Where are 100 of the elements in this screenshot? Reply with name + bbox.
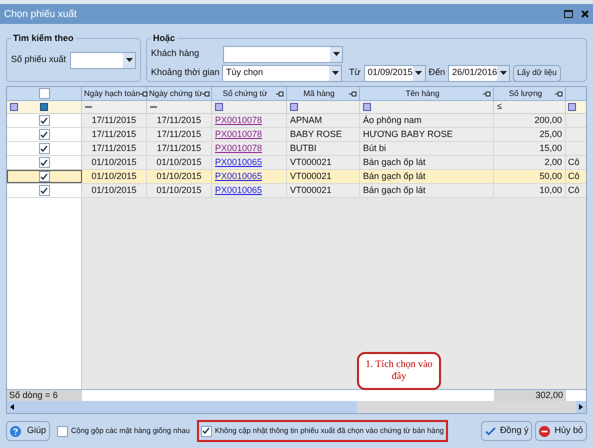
field-label: Khách hàng xyxy=(151,47,200,60)
table-cell-text: 01/10/2015 xyxy=(91,170,137,183)
field-label: Từ xyxy=(349,66,361,80)
row-checkbox[interactable] xyxy=(38,143,50,154)
checkmark-icon xyxy=(484,426,496,436)
table-cell-text: Cô xyxy=(568,170,580,183)
table-cell-text: HƯƠNG BABY ROSE xyxy=(363,128,453,141)
close-icon[interactable] xyxy=(581,10,589,18)
voucher-link[interactable]: PX0010065 xyxy=(215,156,262,170)
table-cell-text: 200,00 xyxy=(534,114,562,127)
table-cell-text: 17/11/2015 xyxy=(92,142,136,155)
row-checkbox[interactable] xyxy=(38,157,50,168)
column-header[interactable]: Số chứng từ xyxy=(212,87,287,100)
voucher-link[interactable]: PX0010078 xyxy=(215,128,262,142)
table-cell-text: 17/11/2015 xyxy=(92,114,136,127)
horizontal-scrollbar[interactable] xyxy=(7,401,586,413)
table-cell-text: 17/11/2015 xyxy=(92,128,136,141)
to-date-combo[interactable]: 26/01/2016 xyxy=(448,64,510,82)
table-cell-text: Bán gạch ốp lát xyxy=(363,170,426,183)
scroll-left-icon[interactable] xyxy=(10,404,14,410)
table-cell-text: Bán gạch ốp lát xyxy=(363,156,426,169)
callout-text: 1. Tích chọn vào đây xyxy=(364,358,434,384)
table-cell-text: 17/11/2015 xyxy=(156,114,202,127)
table-row[interactable]: 17/11/2015 17/11/2015 PX0010078 BABY ROSE HƯƠNG BABY ROSE 25,00 xyxy=(7,128,586,142)
column-header[interactable]: Ngày hạch toán xyxy=(82,87,147,100)
ok-button[interactable]: Đồng ý xyxy=(480,421,532,441)
table-cell-text: 50,00 xyxy=(539,170,562,183)
from-date-combo[interactable]: 01/09/2015 xyxy=(364,64,426,82)
group-title: Hoặc xyxy=(152,32,176,45)
table-row[interactable]: 01/10/2015 01/10/2015 PX0010065 VT000021 Bán gạch ốp lát 2,00 Cô xyxy=(7,156,586,170)
fetch-data-button[interactable]: Lấy dữ liệu xyxy=(513,64,561,82)
pin-icon xyxy=(276,90,284,96)
voucher-link[interactable]: PX0010065 xyxy=(215,184,262,198)
field-label: Số phiếu xuất xyxy=(11,53,66,66)
column-header[interactable]: Tên hàng xyxy=(360,87,494,100)
table-row[interactable]: 17/11/2015 17/11/2015 PX0010078 BUTBI Bút bi 15,00 xyxy=(7,142,586,156)
table-row[interactable]: 01/10/2015 01/10/2015 PX0010065 VT000021 Bán gạch ốp lát 10,00 Cô xyxy=(7,184,586,198)
filter-dash-icon xyxy=(85,106,92,108)
pin-icon xyxy=(555,90,563,96)
row-checkbox[interactable] xyxy=(38,129,50,140)
table-cell-text: VT000021 xyxy=(290,156,332,169)
help-button[interactable]: Giúp xyxy=(6,421,50,441)
help-icon xyxy=(10,426,21,436)
table-row[interactable]: 01/10/2015 01/10/2015 PX0010065 VT000021 Bán gạch ốp lát 50,00 Cô xyxy=(7,170,586,184)
column-header[interactable]: Số lượng xyxy=(494,87,566,100)
maximize-icon[interactable] xyxy=(564,10,573,18)
group-title: Tìm kiếm theo xyxy=(12,32,75,45)
table-cell-text: BUTBI xyxy=(290,142,317,155)
filter-icon xyxy=(10,103,18,111)
table-cell-text: 17/11/2015 xyxy=(156,128,202,141)
period-combo[interactable]: Tùy chọn xyxy=(222,64,342,82)
table-cell-text: VT000021 xyxy=(290,184,332,197)
filter-icon xyxy=(215,103,223,111)
option-checkbox[interactable] xyxy=(200,426,212,436)
filter-icon xyxy=(363,103,371,111)
filter-toggle-icon xyxy=(40,103,48,111)
table-cell-text: Bán gạch ốp lát xyxy=(363,184,426,197)
table-cell-text: VT000021 xyxy=(290,170,332,183)
table-cell-text: Bút bi xyxy=(363,142,386,155)
pin-icon xyxy=(140,90,148,96)
option-checkbox[interactable] xyxy=(57,426,68,436)
column-header[interactable]: Ngày chứng từ xyxy=(147,87,212,100)
table-row[interactable]: 17/11/2015 17/11/2015 PX0010078 APNAM Áo phông nam 200,00 xyxy=(7,114,586,128)
table-cell-text: Áo phông nam xyxy=(363,114,422,127)
pin-icon xyxy=(349,90,357,96)
table-cell-text: Cô xyxy=(568,156,580,169)
table-cell-text: 17/11/2015 xyxy=(156,142,202,155)
column-header[interactable]: Mã hàng xyxy=(287,87,360,100)
filter-dash-icon xyxy=(150,106,157,108)
filter-icon xyxy=(568,103,576,111)
total-quantity: 302,00 xyxy=(535,388,563,402)
table-cell-text: 01/10/2015 xyxy=(156,170,202,183)
table-cell-text: Cô xyxy=(568,184,580,197)
filter-operator[interactable]: ≤ xyxy=(497,100,502,114)
scroll-right-icon[interactable] xyxy=(579,404,583,410)
filter-icon xyxy=(290,103,298,111)
select-all-checkbox[interactable] xyxy=(38,88,50,99)
cancel-button[interactable]: Hủy bỏ xyxy=(535,421,587,441)
pin-icon xyxy=(202,90,210,96)
table-cell-text: 2,00 xyxy=(544,156,562,169)
table-cell-text: 01/10/2015 xyxy=(91,184,137,197)
field-label: Khoảng thời gian xyxy=(151,66,220,80)
voucher-link[interactable]: PX0010078 xyxy=(215,142,262,156)
row-checkbox[interactable] xyxy=(38,171,50,182)
voucher-link[interactable]: PX0010065 xyxy=(215,170,262,184)
voucher-link[interactable]: PX0010078 xyxy=(215,114,262,128)
row-checkbox[interactable] xyxy=(38,115,50,126)
table-cell-text: 01/10/2015 xyxy=(91,156,137,169)
table-cell-text: APNAM xyxy=(290,114,322,127)
table-cell-text: 01/10/2015 xyxy=(156,184,202,197)
field-label: Đến xyxy=(428,66,446,80)
row-checkbox[interactable] xyxy=(38,185,50,196)
table-cell-text: BABY ROSE xyxy=(290,128,342,141)
table-cell-text: 25,00 xyxy=(539,128,562,141)
table-cell-text: 15,00 xyxy=(539,142,562,155)
pin-icon xyxy=(483,90,491,96)
table-cell-text: 10,00 xyxy=(539,184,562,197)
row-count: Số dòng = 6 xyxy=(9,388,58,402)
table-cell-text: 01/10/2015 xyxy=(156,156,202,169)
window-title: Chọn phiếu xuất xyxy=(4,8,78,22)
